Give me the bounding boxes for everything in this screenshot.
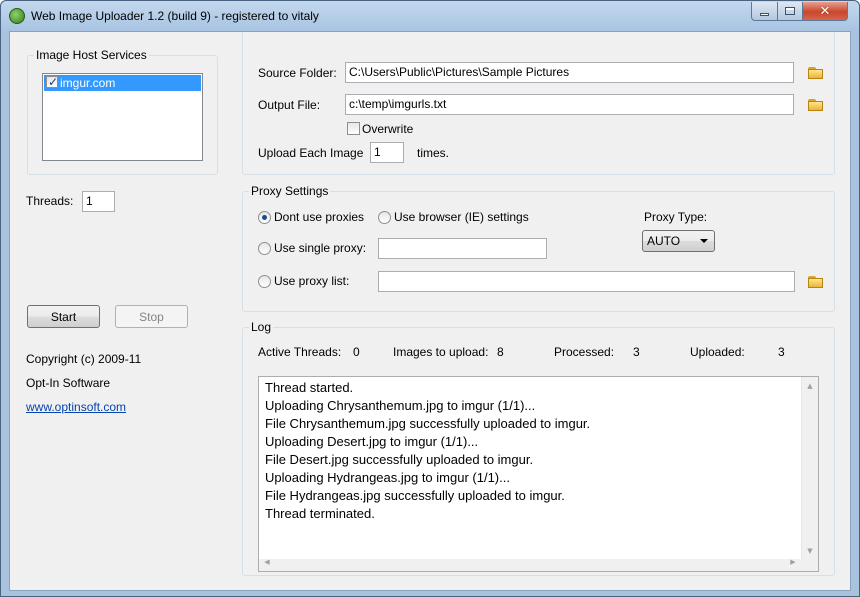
stop-button[interactable]: Stop — [115, 305, 188, 328]
folder-open-icon[interactable] — [808, 275, 825, 289]
processed-label: Processed: — [554, 345, 615, 359]
host-service-label: imgur.com — [60, 76, 116, 90]
close-icon: ✕ — [819, 3, 831, 19]
upload-each-input[interactable]: 1 — [370, 142, 404, 163]
use-proxy-list-label: Use proxy list: — [274, 274, 350, 288]
close-button[interactable]: ✕ — [802, 2, 848, 21]
app-window: Web Image Uploader 1.2 (build 9) - regis… — [0, 0, 860, 597]
folder-open-icon[interactable] — [808, 66, 825, 80]
host-services-label: Image Host Services — [34, 48, 149, 62]
minimize-button[interactable] — [751, 2, 778, 21]
proxy-list-input[interactable] — [378, 271, 795, 292]
proxy-type-label: Proxy Type: — [644, 210, 708, 224]
scroll-right-icon[interactable]: ▶ — [785, 556, 801, 568]
output-file-label: Output File: — [258, 98, 321, 112]
radio-use-proxy-list[interactable] — [258, 275, 271, 288]
host-services-group: Image Host Services imgur.com — [27, 48, 218, 175]
output-file-input[interactable]: c:\temp\imgurls.txt — [345, 94, 794, 115]
upload-each-label: Upload Each Image — [258, 146, 364, 160]
company-name: Opt-In Software — [26, 376, 111, 390]
log-output[interactable]: Thread started. Uploading Chrysanthemum.… — [258, 376, 819, 572]
dont-use-proxies-label: Dont use proxies — [274, 210, 365, 224]
radio-dont-use-proxies[interactable] — [258, 211, 271, 224]
threads-label: Threads: — [26, 194, 74, 208]
proxy-settings-group: Proxy Settings Dont use proxies Use brow… — [242, 184, 835, 312]
images-to-upload-label: Images to upload: — [393, 345, 489, 359]
source-folder-label: Source Folder: — [258, 66, 337, 80]
uploaded-label: Uploaded: — [690, 345, 745, 359]
use-single-proxy-label: Use single proxy: — [274, 241, 367, 255]
active-threads-value: 0 — [353, 345, 360, 359]
proxy-type-value: AUTO — [647, 234, 681, 248]
log-line: File Chrysanthemum.jpg successfully uplo… — [265, 416, 591, 431]
log-group: Log Active Threads: 0 Images to upload: … — [242, 320, 835, 576]
log-line: Thread started. — [265, 380, 354, 395]
file-settings-group: Source Folder: C:\Users\Public\Pictures\… — [242, 32, 835, 175]
maximize-button[interactable] — [777, 2, 803, 21]
scroll-left-icon[interactable]: ◀ — [259, 556, 275, 568]
log-line: File Desert.jpg successfully uploaded to… — [265, 452, 534, 467]
title-bar[interactable]: Web Image Uploader 1.2 (build 9) - regis… — [1, 1, 859, 31]
use-browser-settings-label: Use browser (IE) settings — [394, 210, 529, 224]
log-line: Uploading Desert.jpg to imgur (1/1)... — [265, 434, 479, 449]
images-to-upload-value: 8 — [497, 345, 504, 359]
website-link[interactable]: www.optinsoft.com — [26, 400, 126, 414]
maximize-icon — [785, 7, 795, 15]
proxy-type-select[interactable]: AUTO — [642, 230, 715, 252]
proxy-settings-label: Proxy Settings — [249, 184, 331, 198]
threads-input[interactable]: 1 — [82, 191, 115, 212]
copyright-text: Copyright (c) 2009-11 — [26, 352, 142, 366]
host-service-checkbox[interactable] — [46, 74, 58, 90]
overwrite-label: Overwrite — [362, 122, 414, 136]
radio-use-browser-settings[interactable] — [378, 211, 391, 224]
start-button[interactable]: Start — [27, 305, 100, 328]
overwrite-checkbox[interactable] — [347, 122, 360, 135]
chevron-down-icon — [700, 239, 708, 243]
log-scrollbar[interactable]: ▲ ▼ — [801, 377, 818, 571]
scroll-up-icon[interactable]: ▲ — [802, 377, 818, 394]
processed-value: 3 — [633, 345, 640, 359]
window-title: Web Image Uploader 1.2 (build 9) - regis… — [31, 9, 319, 23]
radio-use-single-proxy[interactable] — [258, 242, 271, 255]
log-label: Log — [249, 320, 274, 334]
single-proxy-input[interactable] — [378, 238, 547, 259]
folder-open-icon[interactable] — [808, 98, 825, 112]
log-horizontal-scrollbar[interactable]: ◀ ▶ — [259, 556, 818, 571]
log-line: Uploading Chrysanthemum.jpg to imgur (1/… — [265, 398, 536, 413]
log-line: File Hydrangeas.jpg successfully uploade… — [265, 488, 565, 503]
log-line: Thread terminated. — [265, 506, 375, 521]
app-globe-icon — [9, 8, 25, 24]
host-service-item-imgur[interactable]: imgur.com — [44, 74, 201, 91]
uploaded-value: 3 — [778, 345, 785, 359]
log-line: Uploading Hydrangeas.jpg to imgur (1/1).… — [265, 470, 510, 485]
scroll-down-icon[interactable]: ▼ — [802, 542, 818, 559]
host-services-list[interactable]: imgur.com — [42, 73, 203, 161]
times-label: times. — [417, 146, 450, 160]
minimize-icon — [760, 12, 769, 16]
source-folder-input[interactable]: C:\Users\Public\Pictures\Sample Pictures — [345, 62, 794, 83]
client-area: Image Host Services imgur.com Threads: 1… — [9, 31, 851, 591]
active-threads-label: Active Threads: — [258, 345, 342, 359]
